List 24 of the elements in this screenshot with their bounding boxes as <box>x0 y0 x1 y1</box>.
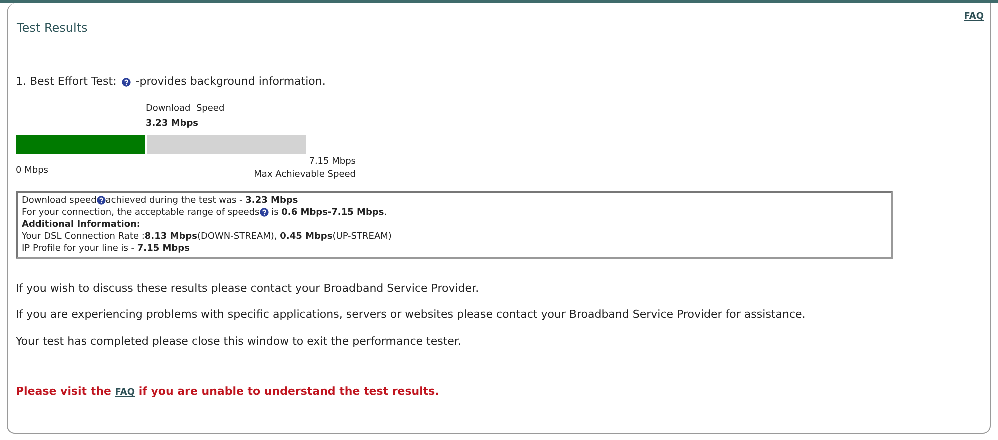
test-description: -provides background information. <box>136 74 326 90</box>
help-icon[interactable] <box>260 208 269 217</box>
page-title: Test Results <box>17 20 89 37</box>
faq-link[interactable]: FAQ <box>964 11 984 24</box>
help-icon[interactable] <box>96 196 106 205</box>
info-text: achieved during the test was - 3.23 Mbps <box>106 194 298 206</box>
info-text: Download speed <box>22 194 97 206</box>
meter-max-label: 7.15 Mbps <box>309 156 356 168</box>
info-text: is 0.6 Mbps-7.15 Mbps. <box>270 206 388 218</box>
meter-max-caption: Max Achievable Speed <box>254 168 356 182</box>
info-text: IP Profile for your line is - 7.15 Mbps <box>22 242 190 254</box>
info-heading: Additional Information: <box>22 218 141 230</box>
meter-min-label: 0 Mbps <box>16 165 48 178</box>
info-text: Your DSL Connection Rate :8.13 Mbps(DOWN-STREAM), 0.45 Mbps(UP-STREAM) <box>22 230 392 242</box>
meter-caption: Download Speed <box>146 104 225 114</box>
message-text: Your test has completed please close this window to exit the performance tester. <box>16 334 462 350</box>
meter-value: 3.23 Mbps <box>146 119 199 129</box>
faq-link[interactable]: FAQ <box>115 388 136 398</box>
faq-notice: Please visit the FAQ if you are unable to understand the test results. <box>16 384 440 400</box>
test-title: 1. Best Effort Test: <box>16 74 117 90</box>
message-text: If you wish to discuss these results please contact your Broadband Service Provider. <box>16 280 480 296</box>
help-icon[interactable] <box>122 78 131 87</box>
info-text: For your connection, the acceptable range of speeds <box>22 206 260 218</box>
message-text: If you are experiencing problems with specific applications, servers or websites please contact your Broadband Service Provider for assistance. <box>16 307 807 323</box>
